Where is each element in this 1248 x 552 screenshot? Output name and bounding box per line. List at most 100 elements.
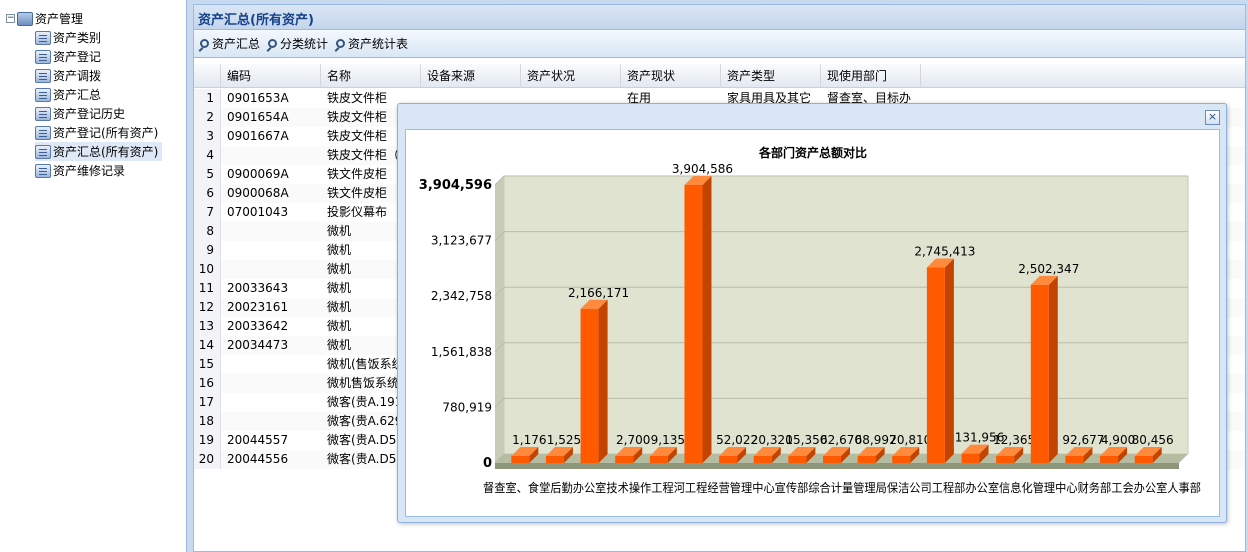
bar	[1030, 284, 1049, 463]
table-cell: 20034473	[227, 338, 289, 352]
row-number: 16	[194, 374, 221, 393]
grid-header: 编码 名称 设备来源 资产状况 资产现状 资产类型 现使用部门	[194, 64, 1245, 88]
bar	[1100, 456, 1119, 463]
bar-side	[944, 258, 954, 463]
search-icon	[336, 39, 346, 48]
close-icon[interactable]: ×	[1205, 110, 1220, 125]
row-number: 15	[194, 355, 221, 374]
table-cell: 0901654A	[227, 110, 289, 124]
folder-icon	[17, 11, 33, 26]
collapse-icon[interactable]: −	[6, 14, 15, 23]
bar	[615, 456, 634, 463]
column-header[interactable]: 资产现状	[621, 64, 721, 88]
bar	[719, 456, 738, 463]
data-label: 1,176	[512, 433, 546, 447]
row-number: 6	[194, 184, 221, 203]
bar-side	[1048, 275, 1058, 463]
data-label: 12,365	[993, 433, 1035, 447]
table-cell: 20033642	[227, 319, 289, 333]
chart-title: 各部门资产总额对比	[758, 145, 867, 160]
table-cell: 0900069A	[227, 167, 289, 181]
table-cell	[221, 146, 321, 165]
tree-item-label: 资产登记(所有资产)	[53, 126, 159, 140]
row-number: 18	[194, 412, 221, 431]
category-stats-button[interactable]: 分类统计	[268, 35, 328, 52]
row-number: 20	[194, 450, 221, 469]
form-icon	[35, 49, 51, 64]
y-tick-label: 2,342,758	[431, 289, 492, 303]
tree-root[interactable]: − 资产管理	[6, 9, 83, 28]
row-number: 10	[194, 260, 221, 279]
tree-item[interactable]: 资产汇总	[35, 85, 105, 104]
column-header[interactable]: 设备来源	[421, 64, 521, 88]
y-tick-label: 780,919	[442, 400, 492, 414]
row-number: 13	[194, 317, 221, 336]
toolbar: 资产汇总 分类统计 资产统计表	[194, 30, 1245, 58]
table-cell	[221, 241, 321, 260]
bar	[649, 456, 668, 463]
tree-item[interactable]: 资产调拨	[35, 66, 105, 85]
bar	[857, 456, 876, 463]
stats-table-button[interactable]: 资产统计表	[336, 35, 408, 52]
table-cell: 20044557	[227, 433, 289, 447]
bar-side	[598, 299, 608, 463]
table-cell: 0901667A	[227, 129, 289, 143]
tree-item-label: 资产汇总	[53, 88, 102, 102]
tree-item-label: 资产登记	[53, 50, 102, 64]
bar	[753, 456, 772, 463]
y-tick-label: 0	[483, 456, 492, 471]
row-number: 19	[194, 431, 221, 450]
table-cell	[221, 412, 321, 431]
tree-item[interactable]: 资产登记(所有资产)	[35, 123, 162, 142]
column-header[interactable]: 资产类型	[721, 64, 821, 88]
row-number: 1	[194, 89, 221, 108]
data-label: 2,166,171	[568, 286, 629, 300]
summary-button[interactable]: 资产汇总	[200, 35, 260, 52]
table-cell: 20033643	[227, 281, 289, 295]
table-cell	[221, 374, 321, 393]
table-cell	[221, 393, 321, 412]
bar	[823, 456, 841, 463]
chart-floor-edge	[495, 463, 1179, 469]
toolbar-button-label: 分类统计	[280, 37, 329, 51]
navigation-tree: − 资产管理 资产类别资产登记资产调拨资产汇总资产登记历史资产登记(所有资产) 资产汇…	[0, 0, 187, 552]
column-header[interactable]: 现使用部门	[821, 64, 921, 88]
column-header[interactable]: 名称	[321, 64, 421, 88]
tree-item[interactable]: 资产登记历史	[35, 104, 129, 123]
x-axis-labels: 督查室、食堂后勤办公室技术操作工程河工程经营管理中心宣传部综合计量管理局保洁公司…	[483, 480, 1201, 495]
tree-item[interactable]: 资产维修记录	[35, 161, 129, 180]
data-label: 20,810	[889, 433, 931, 447]
table-cell: 20044556	[227, 452, 289, 466]
row-number: 5	[194, 165, 221, 184]
toolbar-button-label: 资产统计表	[348, 37, 409, 51]
tree-item[interactable]: 资产汇总(所有资产)	[35, 142, 163, 161]
column-header[interactable]: 资产状况	[521, 64, 621, 88]
row-number: 12	[194, 298, 221, 317]
data-label: 2,502,347	[1018, 262, 1079, 276]
bar	[684, 185, 703, 463]
data-label: 9,135	[651, 433, 685, 447]
row-number: 4	[194, 146, 221, 165]
data-label: 92,677	[1062, 433, 1104, 447]
tree-item[interactable]: 资产类别	[35, 28, 105, 47]
form-icon	[35, 30, 51, 45]
bar	[1134, 456, 1153, 463]
table-cell: 20023161	[227, 300, 289, 314]
table-cell	[221, 260, 321, 279]
panel-title: 资产汇总(所有资产)	[194, 5, 1245, 30]
table-cell	[221, 222, 321, 241]
data-label: 2,745,413	[914, 245, 975, 259]
data-label: 2,700	[616, 433, 650, 447]
tree-item[interactable]: 资产登记	[35, 47, 105, 66]
chart-side-wall	[495, 176, 504, 463]
chart-window[interactable]: × 各部门资产总额对比 0 780,919 1,561,838 2,342,758 3,1…	[397, 103, 1227, 523]
search-icon	[268, 39, 278, 48]
tree-item-label: 资产调拨	[53, 69, 102, 83]
bar	[926, 267, 945, 463]
row-number: 17	[194, 393, 221, 412]
row-number: 14	[194, 336, 221, 355]
column-header[interactable]: 编码	[221, 64, 321, 88]
chart-container: 各部门资产总额对比 0 780,919 1,561,838 2,342,758 3,123…	[405, 129, 1220, 517]
bar	[961, 453, 980, 463]
form-icon	[35, 125, 51, 140]
